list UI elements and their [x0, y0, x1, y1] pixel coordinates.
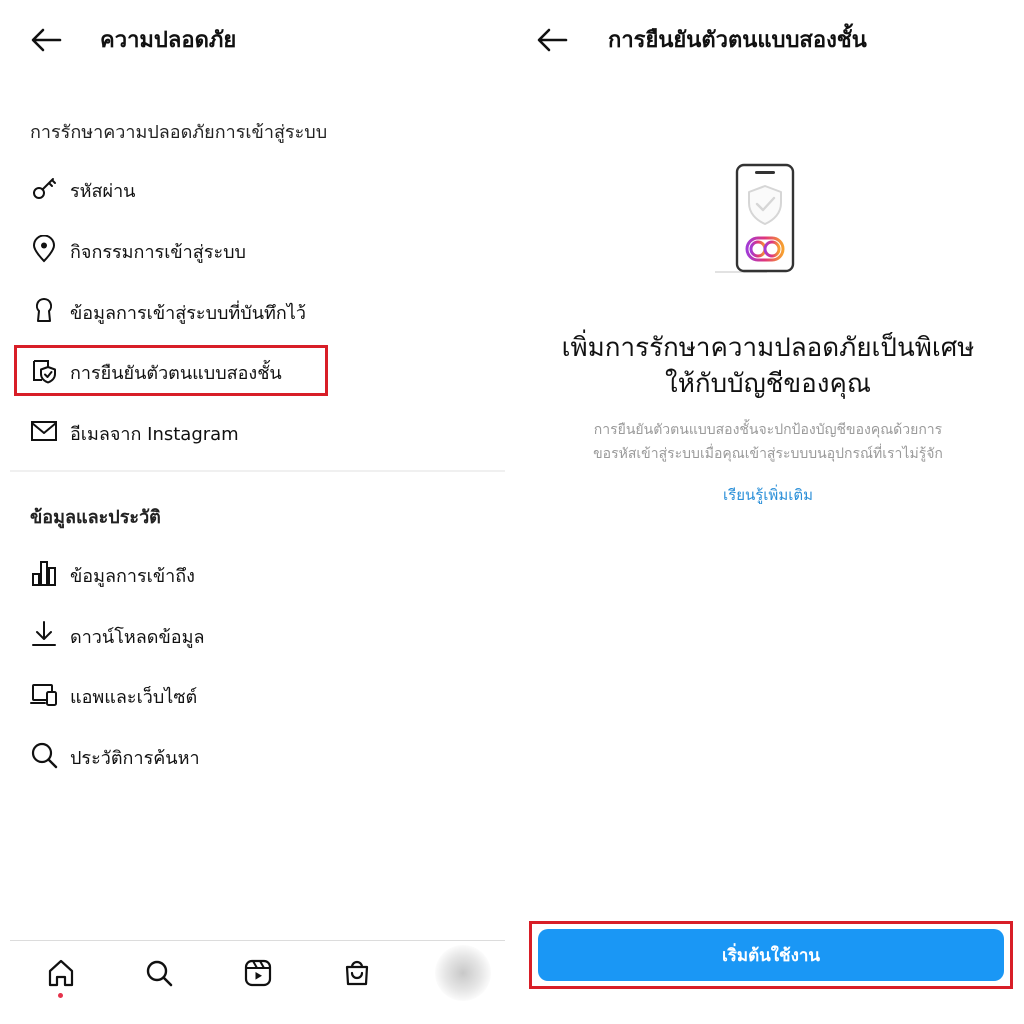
section-title-data-history: ข้อมูลและประวัติ [30, 507, 161, 528]
reels-icon[interactable] [243, 958, 273, 988]
menu-item-search-history[interactable]: ประวัติการค้นหา [18, 731, 458, 781]
menu-item-label: ดาวน์โหลดข้อมูล [70, 627, 205, 648]
menu-item-label: แอพและเว็บไซต์ [70, 687, 198, 708]
home-icon[interactable] [46, 958, 76, 988]
menu-item-emails-from-instagram[interactable]: อีเมลจาก Instagram [18, 407, 458, 457]
page-title: การยืนยันตัวตนแบบสองชั้น [608, 28, 867, 53]
description-line-2: ขอรหัสเข้าสู่ระบบเมื่อคุณเข้าสู่ระบบบนอุ… [593, 446, 943, 462]
menu-item-download-data[interactable]: ดาวน์โหลดข้อมูล [18, 610, 458, 660]
search-icon[interactable] [144, 958, 174, 988]
phone-shield-icon [715, 163, 795, 273]
section-divider [10, 470, 505, 472]
menu-item-password[interactable]: รหัสผ่าน [18, 164, 458, 214]
back-arrow-icon[interactable] [30, 26, 62, 54]
shop-icon[interactable] [342, 958, 372, 988]
headline-line-1: เพิ่มการรักษาความปลอดภัยเป็นพิเศษ [561, 333, 975, 363]
notification-dot [58, 993, 63, 998]
description-line-1: การยืนยันตัวตนแบบสองชั้นจะปกป้องบัญชีของ… [593, 422, 943, 438]
headline-line-2: ให้กับบัญชีของคุณ [665, 369, 871, 399]
bottom-nav-divider [10, 940, 505, 941]
menu-item-access-data[interactable]: ข้อมูลการเข้าถึง [18, 549, 458, 599]
menu-item-label: ข้อมูลการเข้าสู่ระบบที่บันทึกไว้ [70, 303, 306, 324]
section-title-login-security: การรักษาความปลอดภัยการเข้าสู่ระบบ [30, 122, 328, 143]
menu-item-label: การยืนยันตัวตนแบบสองชั้น [70, 363, 282, 384]
two-factor-header: การยืนยันตัวตนแบบสองชั้น [512, 0, 1024, 80]
get-started-button[interactable]: เริ่มต้นใช้งาน [538, 929, 1004, 981]
menu-item-label: ข้อมูลการเข้าถึง [70, 566, 195, 587]
download-icon [32, 621, 56, 646]
page-title: ความปลอดภัย [100, 28, 237, 53]
two-factor-screen: การยืนยันตัวตนแบบสองชั้น เพิ่มการรักษาคว… [512, 0, 1024, 1024]
menu-item-two-factor[interactable]: การยืนยันตัวตนแบบสองชั้น [18, 346, 458, 396]
search-icon [31, 742, 58, 769]
menu-item-label: รหัสผ่าน [70, 181, 136, 202]
bar-chart-icon [32, 561, 56, 586]
back-arrow-icon[interactable] [536, 26, 568, 54]
keyhole-icon [35, 297, 53, 322]
menu-item-label: กิจกรรมการเข้าสู่ระบบ [70, 242, 246, 263]
learn-more-link[interactable]: เรียนรู้เพิ่มเติม [512, 483, 1024, 507]
menu-item-label: อีเมลจาก Instagram [70, 424, 239, 445]
key-icon [33, 178, 56, 199]
menu-item-login-activity[interactable]: กิจกรรมการเข้าสู่ระบบ [18, 225, 458, 275]
mail-icon [31, 421, 57, 441]
menu-item-apps-websites[interactable]: แอพและเว็บไซต์ [18, 670, 458, 720]
laptop-icon [30, 684, 57, 706]
menu-item-label: ประวัติการค้นหา [70, 748, 200, 769]
location-pin-icon [32, 235, 56, 263]
security-settings-screen: ความปลอดภัย การรักษาความปลอดภัยการเข้าสู… [0, 0, 512, 1024]
blurred-profile-avatar[interactable] [435, 945, 491, 1001]
shield-check-icon [33, 360, 56, 384]
security-header: ความปลอดภัย [0, 0, 512, 80]
menu-item-saved-login[interactable]: ข้อมูลการเข้าสู่ระบบที่บันทึกไว้ [18, 286, 458, 336]
